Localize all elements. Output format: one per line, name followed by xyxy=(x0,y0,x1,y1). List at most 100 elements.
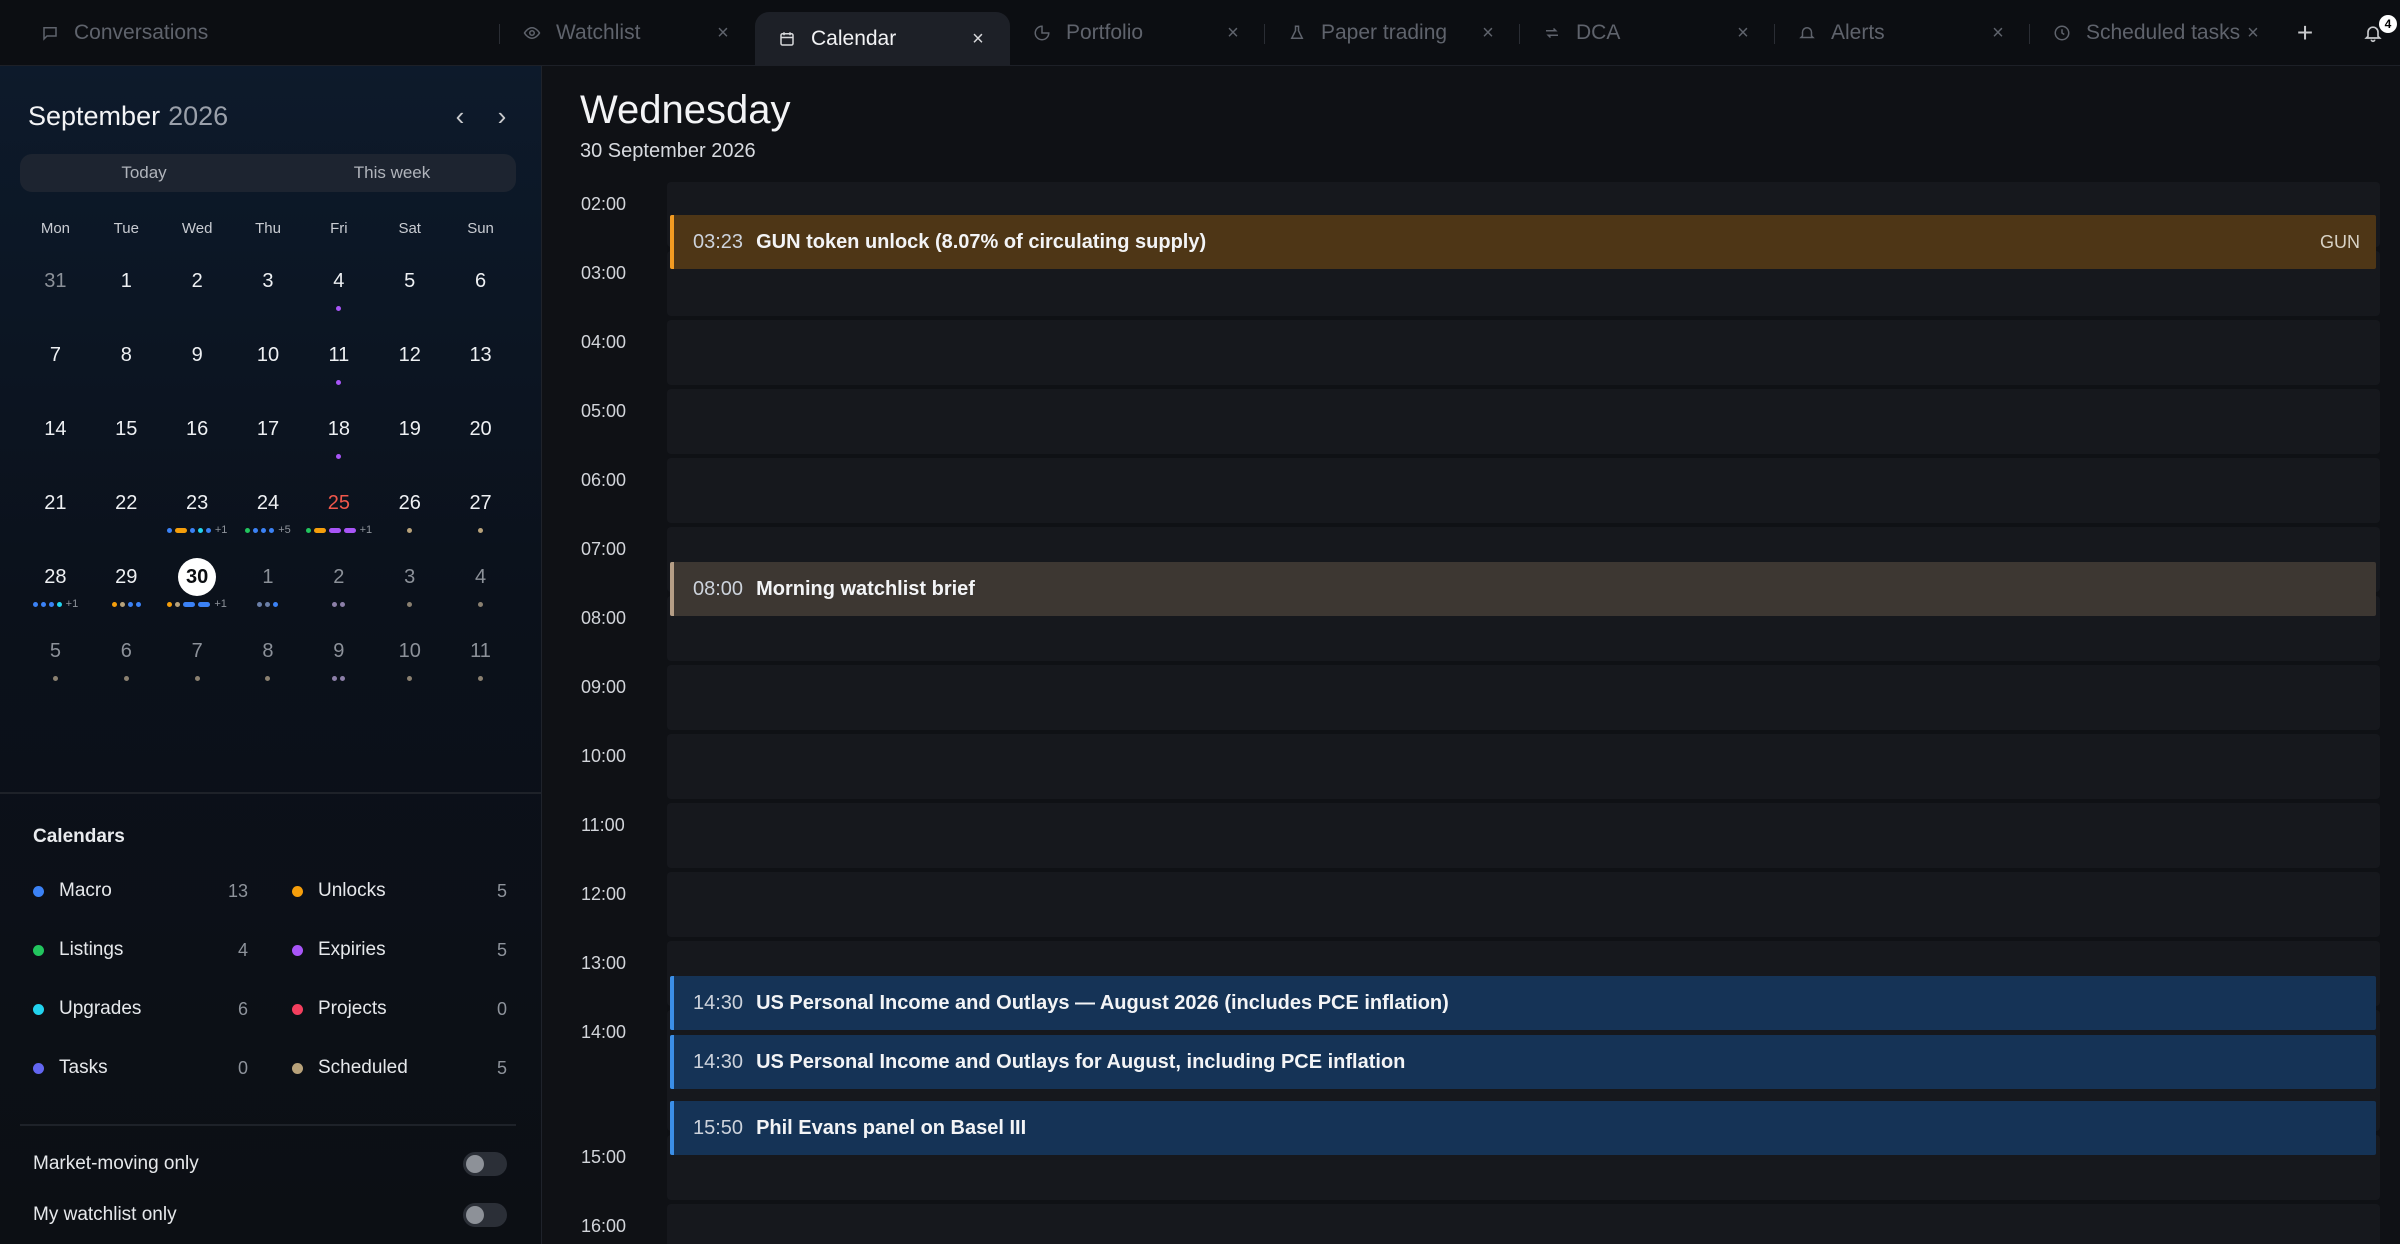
hour-cell xyxy=(667,389,2380,454)
close-icon[interactable]: × xyxy=(1223,22,1243,44)
calendar-filter-scheduled[interactable]: Scheduled 5 xyxy=(292,1051,507,1085)
calendar-day[interactable]: 7 xyxy=(162,632,233,706)
watchlist-only-toggle-row[interactable]: My watchlist only xyxy=(33,1200,507,1230)
calendar-color-dot xyxy=(33,885,44,897)
calendar-day[interactable]: 10 xyxy=(233,336,304,410)
calendar-day[interactable]: 1 xyxy=(91,262,162,336)
market-moving-toggle[interactable] xyxy=(463,1152,507,1176)
calendar-day[interactable]: 19 xyxy=(374,410,445,484)
close-icon[interactable]: × xyxy=(1988,22,2008,44)
hour-slot[interactable]: 12:00 xyxy=(543,868,2400,937)
notifications-button[interactable]: 4 xyxy=(2353,13,2397,53)
calendar-day[interactable]: 16 xyxy=(162,410,233,484)
watchlist-only-toggle[interactable] xyxy=(463,1203,507,1227)
hour-slot[interactable]: 16:00 xyxy=(543,1200,2400,1244)
hour-slot[interactable]: 06:00 xyxy=(543,454,2400,523)
calendar-day[interactable]: 5 xyxy=(374,262,445,336)
day-number: 11 xyxy=(470,639,491,662)
calendar-day[interactable]: 26 xyxy=(374,484,445,558)
tab-alerts[interactable]: Alerts × xyxy=(1775,0,2030,66)
hour-label: 08:00 xyxy=(581,608,627,628)
calendar-day[interactable]: 2 xyxy=(303,558,374,632)
calendar-filter-expiries[interactable]: Expiries 5 xyxy=(292,933,507,967)
hour-slot[interactable]: 11:00 xyxy=(543,799,2400,868)
calendar-day[interactable]: 4 xyxy=(303,262,374,336)
tab-dca[interactable]: DCA × xyxy=(1520,0,1775,66)
calendar-day[interactable]: 6 xyxy=(445,262,516,336)
calendar-day[interactable]: 20 xyxy=(445,410,516,484)
calendar-day[interactable]: 10 xyxy=(374,632,445,706)
calendar-day[interactable]: 31 xyxy=(20,262,91,336)
today-button[interactable]: Today xyxy=(20,154,268,192)
hour-slot[interactable]: 04:00 xyxy=(543,316,2400,385)
calendar-day[interactable]: 15 xyxy=(91,410,162,484)
calendar-day[interactable]: 2 xyxy=(162,262,233,336)
event-dot xyxy=(332,675,338,681)
close-icon[interactable]: × xyxy=(1733,22,1753,44)
calendar-filter-projects[interactable]: Projects 0 xyxy=(292,992,507,1026)
calendar-day[interactable]: 5 xyxy=(20,632,91,706)
calendar-day[interactable]: 11 xyxy=(303,336,374,410)
close-icon[interactable]: × xyxy=(713,22,733,44)
calendar-color-dot xyxy=(292,1062,303,1074)
calendar-day[interactable]: 18 xyxy=(303,410,374,484)
calendar-day[interactable]: 14 xyxy=(20,410,91,484)
close-icon[interactable]: × xyxy=(968,28,988,50)
new-tab-button[interactable]: + xyxy=(2285,13,2325,53)
calendar-filter-upgrades[interactable]: Upgrades 6 xyxy=(33,992,248,1026)
calendar-day[interactable]: 12 xyxy=(374,336,445,410)
tab-conversations[interactable]: Conversations× xyxy=(0,0,500,66)
calendar-day[interactable]: 6 xyxy=(91,632,162,706)
calendar-filter-listings[interactable]: Listings 4 xyxy=(33,933,248,967)
calendar-day[interactable]: 30 +1 xyxy=(162,558,233,632)
hour-label: 12:00 xyxy=(581,884,627,904)
calendar-day[interactable]: 22 xyxy=(91,484,162,558)
calendar-filter-macro[interactable]: Macro 13 xyxy=(33,874,248,908)
calendar-day[interactable]: 29 xyxy=(91,558,162,632)
close-icon[interactable]: × xyxy=(2243,22,2263,44)
event-card[interactable]: 14:30 US Personal Income and Outlays — Au… xyxy=(670,976,2376,1030)
calendar-day[interactable]: 3 xyxy=(233,262,304,336)
event-card[interactable]: 14:30 US Personal Income and Outlays for … xyxy=(670,1035,2376,1089)
market-moving-toggle-row[interactable]: Market-moving only xyxy=(33,1149,507,1179)
calendar-day[interactable]: 3 xyxy=(374,558,445,632)
calendar-color-dot xyxy=(33,1062,44,1074)
calendar-day[interactable]: 8 xyxy=(91,336,162,410)
calendar-filter-unlocks[interactable]: Unlocks 5 xyxy=(292,874,507,908)
tabs: Conversations×Watchlist×Calendar×Portfol… xyxy=(0,0,2285,66)
calendar-day[interactable]: 24 +5 xyxy=(233,484,304,558)
calendar-filter-tasks[interactable]: Tasks 0 xyxy=(33,1051,248,1085)
day-number: 18 xyxy=(327,417,350,440)
calendar-day[interactable]: 7 xyxy=(20,336,91,410)
this-week-button[interactable]: This week xyxy=(268,154,516,192)
calendar-label: Macro xyxy=(59,880,112,901)
calendar-day[interactable]: 28 +1 xyxy=(20,558,91,632)
calendar-day[interactable]: 27 xyxy=(445,484,516,558)
close-icon[interactable]: × xyxy=(1478,22,1498,44)
hour-slot[interactable]: 09:00 xyxy=(543,661,2400,730)
calendar-day[interactable]: 13 xyxy=(445,336,516,410)
event-card[interactable]: 15:50 Phil Evans panel on Basel III xyxy=(670,1101,2376,1155)
tab-portfolio[interactable]: Portfolio × xyxy=(1010,0,1265,66)
calendar-day[interactable]: 21 xyxy=(20,484,91,558)
calendar-day[interactable]: 23 +1 xyxy=(162,484,233,558)
calendar-day[interactable]: 25 +1 xyxy=(303,484,374,558)
calendar-day[interactable]: 11 xyxy=(445,632,516,706)
tab-paper-trading[interactable]: Paper trading × xyxy=(1265,0,1520,66)
event-card[interactable]: 03:23 GUN token unlock (8.07% of circulat… xyxy=(670,215,2376,269)
event-card[interactable]: 08:00 Morning watchlist brief xyxy=(670,562,2376,616)
calendar-label: Listings xyxy=(59,939,124,960)
calendar-day[interactable]: 17 xyxy=(233,410,304,484)
hour-slot[interactable]: 10:00 xyxy=(543,730,2400,799)
prev-month-button[interactable]: ‹ xyxy=(448,103,472,129)
tab-calendar[interactable]: Calendar × xyxy=(755,12,1010,66)
calendar-day[interactable]: 1 xyxy=(233,558,304,632)
next-month-button[interactable]: › xyxy=(490,103,514,129)
calendar-day[interactable]: 9 xyxy=(303,632,374,706)
calendar-day[interactable]: 9 xyxy=(162,336,233,410)
calendar-day[interactable]: 8 xyxy=(233,632,304,706)
calendar-day[interactable]: 4 xyxy=(445,558,516,632)
tab-watchlist[interactable]: Watchlist × xyxy=(500,0,755,66)
hour-slot[interactable]: 05:00 xyxy=(543,385,2400,454)
tab-scheduled-tasks[interactable]: Scheduled tasks × xyxy=(2030,0,2285,66)
